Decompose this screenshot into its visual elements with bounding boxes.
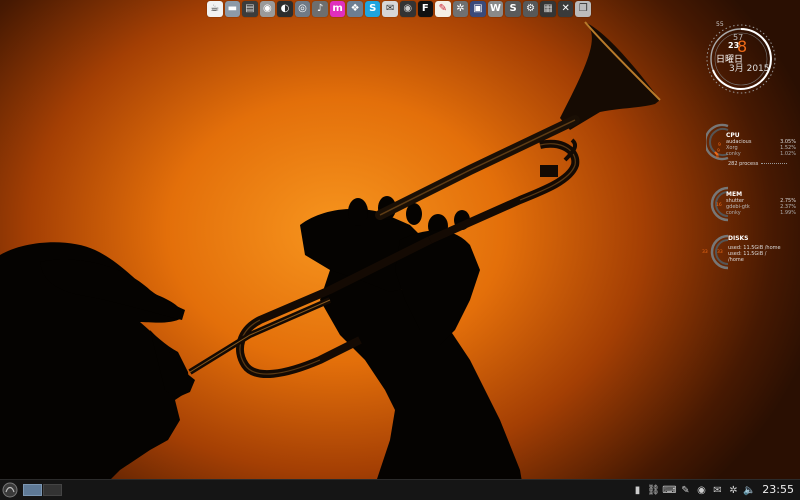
writer-icon[interactable]: W [487, 1, 504, 17]
dropbox-icon[interactable]: ❖ [347, 1, 363, 17]
cpu-ring-value-2: 9 [717, 149, 720, 154]
mem-ring-value: 16 [716, 203, 722, 208]
chrome-icon[interactable]: ◉ [259, 1, 276, 17]
record-icon[interactable]: ◉ [695, 484, 708, 497]
mem-row-3: conky 1.99% [726, 210, 796, 216]
app-menu-icon[interactable] [2, 482, 18, 498]
inkscape-icon[interactable]: ◐ [277, 1, 293, 17]
disks-ring-value-2: 33 [717, 250, 723, 255]
camera-icon[interactable]: ◉ [400, 1, 416, 17]
windows-icon[interactable]: ❐ [575, 1, 592, 17]
close-app-icon[interactable]: ✕ [557, 1, 574, 17]
blender-icon[interactable]: ⚙ [522, 1, 539, 17]
folder-icon[interactable]: ▬ [224, 1, 241, 17]
disks-line-3: /home [728, 257, 744, 263]
disks-title: DISKS [728, 235, 749, 242]
disks-panel: 33 33 DISKS used: 11.5GiB /home used: 11… [700, 232, 788, 272]
rss-icon[interactable]: ◎ [294, 1, 311, 17]
update-icon[interactable]: ✲ [727, 484, 740, 497]
mem-title: MEM [726, 191, 743, 198]
cpu-title: CPU [726, 132, 740, 139]
battery-icon[interactable]: ▮ [631, 484, 644, 497]
workspace-1[interactable] [23, 484, 42, 496]
taskbar-clock[interactable]: 23:55 [762, 483, 794, 496]
conky-clock: 55 57 23 8 日曜日 3月 2015 [704, 21, 778, 96]
gimp-icon[interactable]: ✎ [435, 1, 451, 17]
mail-tray-icon[interactable]: ✉ [711, 484, 724, 497]
taskbar: ▮ ⛓ ⌨ ✎ ◉ ✉ ✲ 🔈 23:55 [0, 479, 800, 500]
system-tray: ▮ ⛓ ⌨ ✎ ◉ ✉ ✲ 🔈 [631, 482, 756, 498]
coffee-icon[interactable]: ☕ [206, 1, 223, 17]
cpu-ring-value-3: 8 [716, 155, 719, 160]
m-app-icon[interactable]: m [329, 1, 346, 17]
volume-icon[interactable]: 🔈 [743, 484, 756, 497]
top-dock: ☕ ▬ ▤ ◉ ◐ ◎ ♪ m ❖ S ✉ ◉ F ✎ ✲ ▣ W S ⚙ ▦ ✕ ❐ [206, 0, 592, 18]
printer-icon[interactable]: ▤ [242, 1, 258, 17]
link-icon[interactable]: ⛓ [647, 484, 660, 497]
keyboard-icon[interactable]: ⌨ [662, 484, 676, 497]
disks-ring-value-1: 33 [702, 250, 708, 255]
wallpaper-silhouette [0, 21, 661, 500]
cpu-ring-value-1: 9 [718, 143, 721, 148]
cpu-process-count: 282 process [728, 161, 794, 167]
cpu-panel: 9 9 8 CPU audacious 3.05% Xorg 1.52% conky… [706, 122, 796, 170]
mail-icon[interactable]: ✉ [382, 1, 398, 17]
settings-icon[interactable]: ✲ [452, 1, 469, 17]
mem-panel: 16 MEM shutter 2.75% gdebi-gtk 2.37% conky… [706, 185, 796, 223]
cpu-row-3: conky 1.02% [726, 151, 796, 157]
f-app-icon[interactable]: F [417, 1, 434, 17]
skype-icon[interactable]: S [364, 1, 381, 17]
screenshot-icon[interactable]: ▣ [470, 1, 486, 17]
workspace-2[interactable] [43, 484, 62, 496]
s-app-icon[interactable]: S [505, 1, 521, 17]
clock-month-year: 3月 2015 [729, 64, 770, 74]
clock-seconds: 55 [716, 21, 724, 28]
pen-icon[interactable]: ✎ [679, 484, 692, 497]
grid-icon[interactable]: ▦ [540, 1, 556, 17]
music-icon[interactable]: ♪ [312, 1, 328, 17]
